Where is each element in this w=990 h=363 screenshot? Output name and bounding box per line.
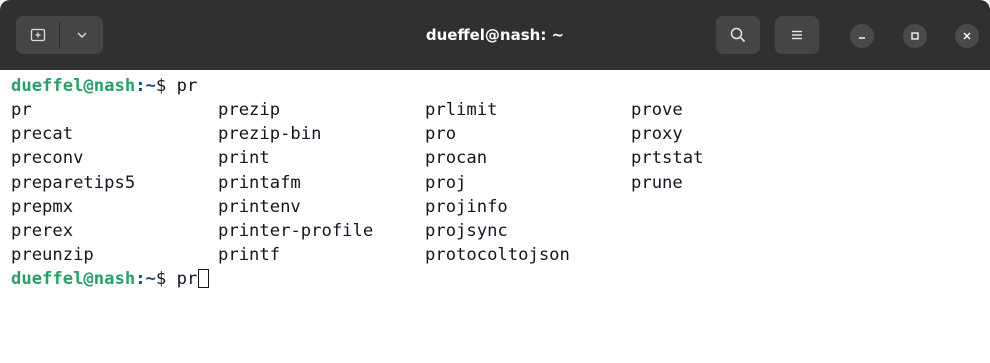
list-item: prtstat — [631, 148, 704, 169]
completion-column-1: pr precat preconv preparetips5 prepmx pr… — [11, 98, 135, 267]
command-input[interactable]: pr — [177, 269, 198, 289]
text-cursor — [198, 269, 210, 288]
minimize-icon — [859, 37, 865, 39]
list-item: prezip — [218, 100, 281, 120]
completion-column-3: prlimit pro procan proj projinfo projsyn… — [425, 98, 570, 267]
list-item: pro — [425, 124, 457, 145]
list-item: prerex — [11, 220, 74, 241]
list-item: procan — [425, 148, 488, 169]
prompt-symbol: $ — [155, 269, 177, 289]
list-item: prune — [631, 172, 683, 193]
search-icon — [730, 27, 746, 43]
list-item: printafm — [218, 172, 301, 193]
prompt-path: :~ — [135, 269, 156, 289]
list-item: prepmx — [11, 196, 74, 217]
list-item: preunzip — [11, 245, 94, 266]
titlebar: dueffel@nash: ~ — [0, 0, 990, 70]
maximize-icon — [911, 32, 919, 40]
prompt-path: :~ — [135, 76, 156, 96]
list-item: protocoltojson — [425, 245, 570, 266]
list-item: printf — [218, 245, 281, 266]
command-text: pr — [176, 76, 198, 96]
terminal-window: dueffel@nash: ~ dueffel@nash:~$ pr pr pr… — [0, 0, 990, 363]
list-item: prlimit — [425, 100, 498, 120]
search-button[interactable] — [716, 16, 760, 54]
list-item: projinfo — [425, 196, 508, 217]
list-item: pr — [11, 100, 32, 120]
prompt-symbol: $ — [155, 76, 177, 96]
list-item: projsync — [425, 220, 508, 241]
list-item: proj — [425, 172, 467, 193]
prompt-line-2: dueffel@nash:~$ pr — [11, 267, 210, 291]
window-title: dueffel@nash: ~ — [425, 26, 565, 44]
list-item: printenv — [218, 196, 301, 217]
prompt-line-1: dueffel@nash:~$ pr — [11, 74, 197, 98]
list-item: print — [218, 148, 270, 169]
list-item: preparetips5 — [11, 172, 136, 193]
list-item: prove — [631, 100, 683, 120]
hamburger-menu-icon — [792, 30, 802, 40]
minimize-button[interactable] — [850, 24, 874, 48]
prompt-user: dueffel@nash — [11, 269, 136, 289]
list-item: proxy — [631, 124, 683, 145]
prompt-user: dueffel@nash — [11, 76, 136, 96]
close-button[interactable] — [955, 24, 979, 48]
list-item: printer-profile — [218, 220, 374, 241]
close-icon — [963, 32, 971, 40]
list-item: prezip-bin — [218, 124, 322, 145]
terminal-output[interactable]: dueffel@nash:~$ pr pr precat preconv pre… — [0, 70, 990, 363]
completion-column-2: prezip prezip-bin print printafm printen… — [218, 98, 373, 267]
completion-column-4: prove proxy prtstat prune — [631, 98, 703, 195]
maximize-button[interactable] — [903, 24, 927, 48]
list-item: preconv — [11, 148, 84, 169]
main-menu-button[interactable] — [775, 16, 819, 54]
list-item: precat — [11, 124, 74, 145]
